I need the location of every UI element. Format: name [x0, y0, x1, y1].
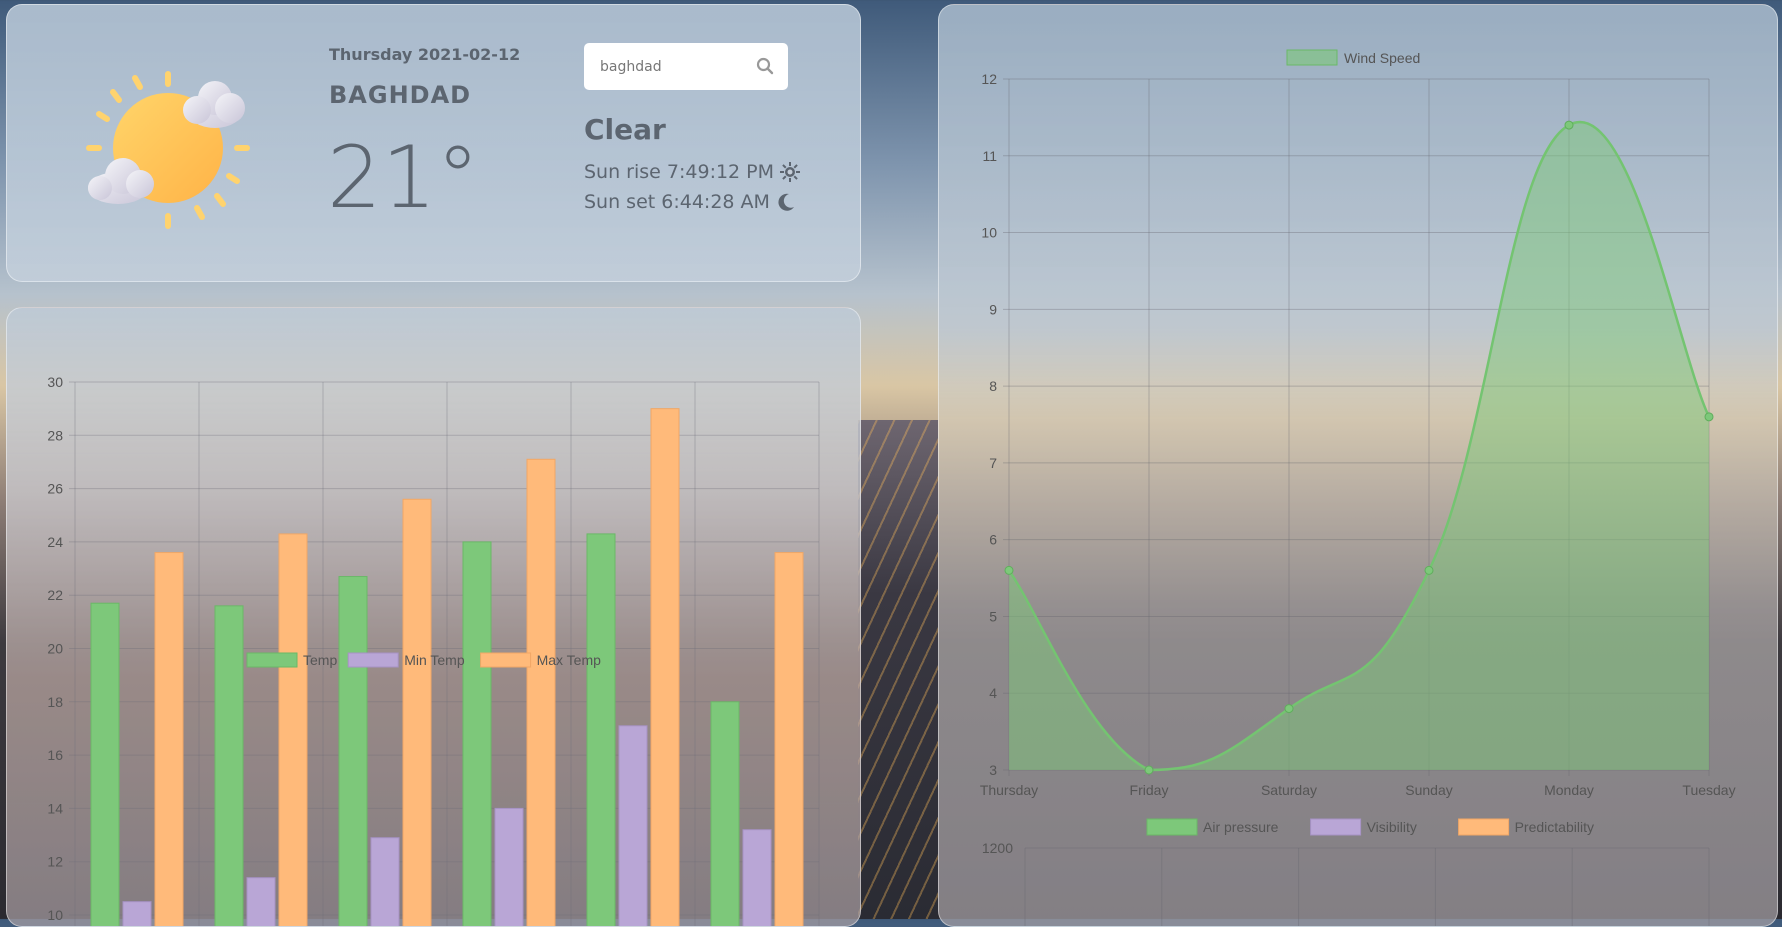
- temperature-bar-chart: 10 12 14 16 18 20 22 24 26 28 30 Temp Min Temp Max Te…: [47, 374, 820, 926]
- data-point: [1004, 565, 1014, 575]
- y-tick-label: 12: [47, 854, 63, 870]
- bar: [742, 829, 772, 926]
- y-tick-label: 6: [989, 532, 997, 548]
- legend-swatch: [480, 652, 532, 668]
- bar: [338, 576, 368, 926]
- data-point: [1144, 765, 1154, 775]
- current-weather-panel: Thursday 2021-02-12 BAGHDAD 21° Clear Su…: [6, 4, 861, 282]
- bar: [278, 533, 308, 926]
- weather-condition: Clear: [584, 113, 666, 146]
- sun-with-clouds-icon: [86, 71, 250, 229]
- legend-label: Visibility: [1367, 819, 1417, 835]
- sunrise-text: Sun rise 7:49:12 PM: [584, 161, 775, 183]
- current-date: Thursday 2021-02-12: [329, 45, 521, 64]
- y-tick-label: 18: [47, 694, 63, 710]
- legend-swatch: [1458, 818, 1510, 836]
- y-tick-label: 14: [47, 800, 63, 816]
- y-tick-label: 26: [47, 481, 63, 497]
- y-tick-label: 9: [989, 301, 997, 317]
- data-point: [1424, 565, 1434, 575]
- bar: [370, 837, 400, 926]
- search-icon[interactable]: [756, 57, 774, 75]
- temperature-chart-panel: 10 12 14 16 18 20 22 24 26 28 30 Temp Min Temp Max Te…: [6, 307, 861, 927]
- x-tick-label: Thursday: [980, 782, 1038, 798]
- legend-label: Predictability: [1515, 819, 1594, 835]
- bar: [90, 602, 120, 926]
- bar: [462, 541, 492, 926]
- legend-label: Wind Speed: [1344, 50, 1420, 66]
- bar: [710, 701, 740, 926]
- data-point: [1704, 412, 1714, 422]
- bar: [402, 498, 432, 926]
- bar: [214, 605, 244, 926]
- legend-swatch: [1310, 818, 1362, 836]
- bar: [774, 552, 804, 926]
- legend-label: Max Temp: [537, 652, 602, 668]
- sunset-text: Sun set 6:44:28 AM: [584, 191, 770, 213]
- wind-speed-area: [1009, 122, 1709, 771]
- search-box: [584, 43, 788, 90]
- wind-speed-area-chart: 3 4 5 6 7 8 9 10 11 12 Thursday Friday Saturday Sunda…: [980, 49, 1736, 926]
- bar: [586, 533, 616, 926]
- moon-icon: [778, 193, 794, 211]
- city-name: BAGHDAD: [329, 81, 472, 109]
- y-tick-label: 8: [989, 378, 997, 394]
- y-tick-label: 10: [981, 225, 997, 241]
- data-point: [1284, 704, 1294, 714]
- bar: [526, 458, 556, 926]
- sunset-row: Sun set 6:44:28 AM: [584, 191, 796, 213]
- bar: [122, 901, 152, 926]
- legend-label: Temp: [303, 652, 337, 668]
- sun-gear-icon: [780, 162, 801, 182]
- y-tick-label: 1200: [982, 840, 1013, 856]
- y-tick-label: 20: [47, 641, 63, 657]
- data-point: [1564, 120, 1574, 130]
- search-input[interactable]: [598, 55, 752, 79]
- y-tick-label: 10: [47, 907, 63, 923]
- legend-swatch: [1286, 49, 1338, 66]
- x-tick-label: Saturday: [1261, 782, 1317, 798]
- current-temperature: 21°: [327, 128, 480, 228]
- y-tick-label: 4: [989, 685, 997, 701]
- legend-swatch: [347, 652, 399, 668]
- x-tick-label: Monday: [1544, 782, 1594, 798]
- y-tick-label: 22: [47, 587, 63, 603]
- legend-label: Air pressure: [1203, 819, 1279, 835]
- x-tick-label: Friday: [1130, 782, 1169, 798]
- wind-chart-panel: 3 4 5 6 7 8 9 10 11 12 Thursday Friday Saturday Sunda…: [938, 4, 1778, 927]
- bar: [246, 877, 276, 926]
- y-tick-label: 3: [989, 762, 997, 778]
- y-tick-label: 28: [47, 427, 63, 443]
- y-tick-label: 24: [47, 534, 63, 550]
- x-tick-label: Tuesday: [1682, 782, 1735, 798]
- legend-label: Min Temp: [404, 652, 465, 668]
- sunrise-row: Sun rise 7:49:12 PM: [584, 161, 801, 183]
- y-tick-label: 16: [47, 747, 63, 763]
- background-city: [858, 420, 938, 919]
- bar: [494, 807, 524, 926]
- bar: [618, 725, 648, 926]
- y-tick-label: 5: [989, 608, 997, 624]
- bar: [650, 408, 680, 926]
- bar: [154, 552, 184, 926]
- y-tick-label: 7: [989, 455, 997, 471]
- y-tick-label: 12: [981, 71, 997, 87]
- legend-swatch: [1146, 818, 1198, 836]
- legend-swatch: [246, 652, 298, 668]
- y-tick-label: 30: [47, 374, 63, 390]
- x-tick-label: Sunday: [1405, 782, 1452, 798]
- y-tick-label: 11: [982, 148, 997, 164]
